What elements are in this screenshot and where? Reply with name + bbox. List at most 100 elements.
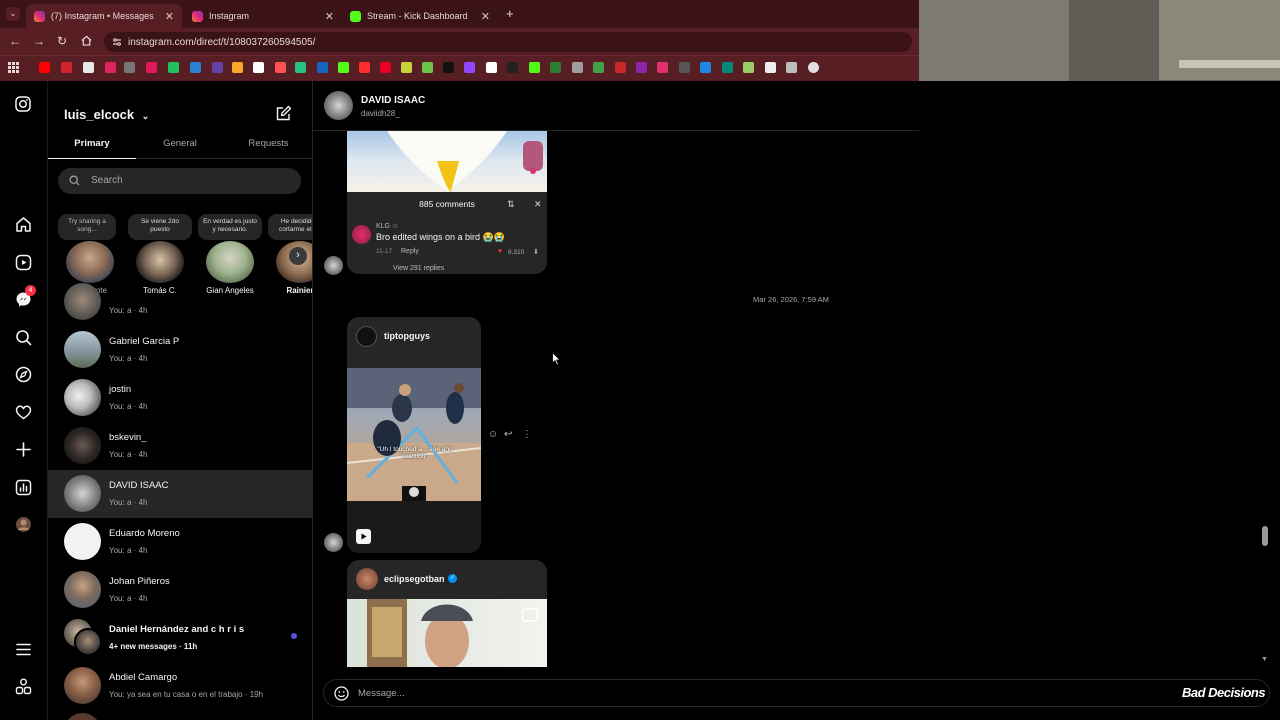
- reel-play-icon[interactable]: [356, 529, 371, 544]
- message-composer[interactable]: Message...: [323, 679, 1270, 707]
- bookmark-icon[interactable]: [253, 62, 264, 73]
- bookmark-icon[interactable]: [61, 62, 72, 73]
- contact-name[interactable]: DAVID ISAAC: [361, 95, 425, 106]
- shared-reel-card[interactable]: 885 comments ⇅ ✕ KLG ☆ Bro edited wings …: [347, 131, 547, 274]
- tab-kick-dashboard[interactable]: Stream - Kick Dashboard ✕: [342, 4, 498, 28]
- dislike-icon[interactable]: ⬇: [533, 248, 539, 256]
- chat-row[interactable]: Gabriel Garcia P You: a · 4h: [48, 326, 312, 374]
- more-options-icon[interactable]: ⋮: [522, 429, 532, 440]
- chat-row[interactable]: You: a · 4h: [48, 278, 312, 326]
- bookmark-icon[interactable]: [743, 62, 754, 73]
- also-from-meta-icon[interactable]: [15, 678, 33, 696]
- bookmark-icon[interactable]: [422, 62, 433, 73]
- chat-row[interactable]: Daniel Hernández and c h r i s 4+ new me…: [48, 614, 312, 662]
- chat-row[interactable]: Eduardo Moreno You: a · 4h: [48, 518, 312, 566]
- bookmark-icon[interactable]: [486, 62, 497, 73]
- bookmark-icon[interactable]: [593, 62, 604, 73]
- close-tab-icon[interactable]: ✕: [481, 10, 490, 23]
- sort-icon[interactable]: ⇅: [507, 199, 515, 210]
- notifications-heart-icon[interactable]: [15, 404, 33, 422]
- bookmark-icon[interactable]: [529, 62, 540, 73]
- home-icon[interactable]: [15, 216, 33, 234]
- bookmark-icon[interactable]: [124, 62, 135, 73]
- close-tab-icon[interactable]: ✕: [325, 10, 334, 23]
- chat-row-selected[interactable]: DAVID ISAAC You: a · 4h: [48, 470, 312, 518]
- tab-general[interactable]: General: [136, 132, 224, 159]
- tab-primary[interactable]: Primary: [48, 132, 136, 159]
- contact-avatar[interactable]: [324, 91, 353, 120]
- note-avatar[interactable]: [206, 241, 254, 283]
- reply-arrow-icon[interactable]: ↩: [504, 429, 512, 440]
- home-icon[interactable]: [81, 35, 92, 46]
- chat-row[interactable]: Abdiel Camargo You: ya sea en tu casa o …: [48, 662, 312, 710]
- bookmark-icon[interactable]: [146, 62, 157, 73]
- bookmark-icon[interactable]: [464, 62, 475, 73]
- reload-icon[interactable]: ↻: [57, 34, 67, 48]
- dashboard-icon[interactable]: [15, 479, 33, 497]
- bookmark-icon[interactable]: [507, 62, 518, 73]
- tab-instagram[interactable]: Instagram ✕: [184, 4, 342, 28]
- scrollbar-thumb[interactable]: [1262, 526, 1268, 546]
- bookmark-icon[interactable]: [275, 62, 286, 73]
- tab-instagram-messages[interactable]: (7) Instagram • Messages ✕: [26, 4, 182, 28]
- bookmark-icon[interactable]: [401, 62, 412, 73]
- notes-next-chevron-icon[interactable]: ›: [289, 247, 307, 265]
- account-switcher[interactable]: luis_elcock ⌄: [64, 107, 149, 122]
- bookmark-icon[interactable]: [295, 62, 306, 73]
- bookmark-icon[interactable]: [83, 62, 94, 73]
- note-bubble[interactable]: Se viene 2do puesto: [128, 214, 192, 240]
- search-icon[interactable]: [15, 329, 33, 347]
- messenger-icon[interactable]: 4: [15, 285, 36, 309]
- close-tab-icon[interactable]: ✕: [165, 10, 174, 23]
- apps-grid-icon[interactable]: [8, 62, 19, 73]
- bookmark-icon[interactable]: [443, 62, 454, 73]
- address-bar[interactable]: instagram.com/direct/t/108037260594505/: [104, 32, 912, 52]
- bookmark-icon[interactable]: [190, 62, 201, 73]
- search-input[interactable]: Search: [58, 168, 301, 194]
- bookmark-icon[interactable]: [615, 62, 626, 73]
- site-info-icon[interactable]: [112, 37, 122, 47]
- menu-hamburger-icon[interactable]: [15, 641, 33, 659]
- explore-icon[interactable]: [15, 366, 33, 384]
- shared-post-card[interactable]: tiptopguys "Uh I touched a... age ahh re…: [347, 317, 481, 553]
- instagram-logo-icon[interactable]: [15, 96, 33, 114]
- tab-search-button[interactable]: ⌄: [6, 7, 20, 21]
- react-emoji-icon[interactable]: ☺: [488, 429, 498, 440]
- view-replies-link[interactable]: View 291 replies: [393, 265, 444, 272]
- create-plus-icon[interactable]: [15, 441, 33, 459]
- bookmark-icon[interactable]: [700, 62, 711, 73]
- chat-row[interactable]: jostin You: a · 4h: [48, 374, 312, 422]
- bookmark-icon[interactable]: [168, 62, 179, 73]
- like-heart-icon[interactable]: ♥: [498, 248, 502, 255]
- reels-icon[interactable]: [15, 254, 33, 272]
- kick-bookmark-icon[interactable]: [338, 62, 349, 73]
- bookmark-icon[interactable]: [317, 62, 328, 73]
- chat-row[interactable]: bskevin_ You: a · 4h: [48, 422, 312, 470]
- bookmark-icon[interactable]: [232, 62, 243, 73]
- note-bubble[interactable]: Try sharing a song...: [58, 214, 116, 240]
- chat-row[interactable]: Johan Piñeros You: a · 4h: [48, 566, 312, 614]
- bookmark-icon[interactable]: [636, 62, 647, 73]
- bookmark-icon[interactable]: [679, 62, 690, 73]
- back-arrow-icon[interactable]: ←: [9, 34, 21, 48]
- new-message-icon[interactable]: [275, 105, 292, 122]
- note-bubble[interactable]: He decidido cortarme el p: [268, 214, 312, 240]
- tab-requests[interactable]: Requests: [224, 132, 312, 159]
- forward-arrow-icon[interactable]: →: [33, 34, 45, 48]
- bookmark-icon[interactable]: [380, 62, 391, 73]
- close-comments-icon[interactable]: ✕: [534, 199, 542, 210]
- bookmark-icon[interactable]: [657, 62, 668, 73]
- new-tab-button[interactable]: +: [506, 6, 514, 21]
- note-bubble[interactable]: En verdad es justo y necesario.: [198, 214, 262, 240]
- note-avatar[interactable]: [136, 241, 184, 283]
- profile-avatar-icon[interactable]: [15, 516, 33, 534]
- emoji-icon[interactable]: [334, 686, 349, 701]
- bookmark-icon[interactable]: [808, 62, 819, 73]
- bookmark-icon[interactable]: [212, 62, 223, 73]
- bookmark-icon[interactable]: [786, 62, 797, 73]
- your-note-avatar[interactable]: [66, 241, 114, 283]
- bookmark-icon[interactable]: [572, 62, 583, 73]
- shared-post-card[interactable]: eclipsegotban ✓: [347, 560, 547, 667]
- bookmark-icon[interactable]: [722, 62, 733, 73]
- bookmark-icon[interactable]: [765, 62, 776, 73]
